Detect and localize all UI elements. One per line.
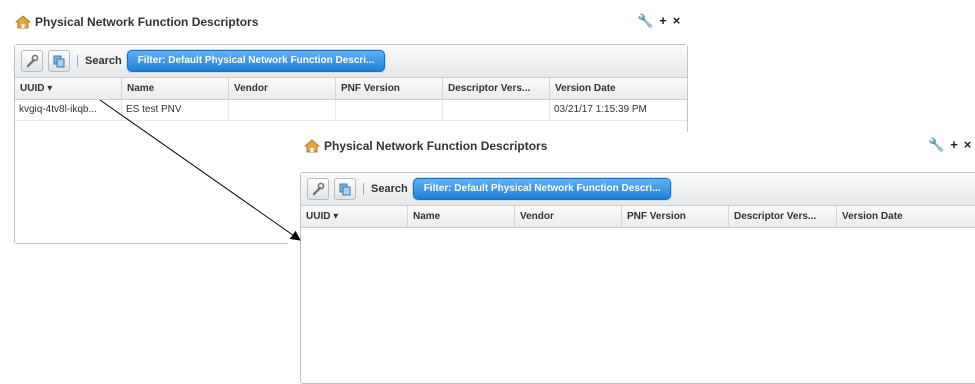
search-label[interactable]: Search	[371, 183, 408, 195]
grid-frame: Search Filter: Default Physical Network …	[300, 172, 975, 384]
toolbar-separator	[77, 55, 78, 67]
column-header-name[interactable]: Name	[122, 78, 229, 99]
wrench-icon[interactable]: 🔧	[928, 138, 944, 152]
column-header-descriptor-version[interactable]: Descriptor Vers...	[729, 206, 837, 227]
column-header-version-date[interactable]: Version Date	[550, 78, 687, 99]
refresh-tool-button[interactable]	[48, 50, 70, 72]
filter-button[interactable]: Filter: Default Physical Network Functio…	[126, 50, 386, 72]
toolbar: Search Filter: Default Physical Network …	[301, 173, 975, 206]
panel-title: Physical Network Function Descriptors	[324, 139, 548, 153]
grid-body-empty	[301, 228, 975, 383]
refresh-tool-button[interactable]	[334, 178, 356, 200]
sort-down-icon: ▾	[47, 83, 53, 94]
wrench-icon[interactable]: 🔧	[637, 14, 653, 28]
panel-title-bar: Physical Network Function Descriptors	[15, 12, 258, 32]
filter-button[interactable]: Filter: Default Physical Network Functio…	[412, 178, 672, 200]
window-controls: 🔧 + ×	[637, 14, 680, 28]
close-button[interactable]: ×	[964, 138, 972, 152]
toolbar: Search Filter: Default Physical Network …	[15, 45, 687, 78]
column-header-pnf-version[interactable]: PNF Version	[622, 206, 729, 227]
wrench-tool-button[interactable]	[307, 178, 329, 200]
column-header-vendor[interactable]: Vendor	[229, 78, 336, 99]
cell-descriptor-version	[443, 100, 550, 120]
sort-down-icon: ▾	[333, 211, 339, 222]
cell-pnf-version	[336, 100, 443, 120]
panel-title: Physical Network Function Descriptors	[35, 15, 259, 29]
column-header-uuid[interactable]: UUID ▾	[301, 206, 408, 227]
home-icon	[304, 139, 320, 153]
copy-icon	[53, 55, 65, 68]
wrench-icon	[312, 182, 325, 196]
toolbar-separator	[363, 183, 364, 195]
panel-pnf-descriptors-2: Physical Network Function Descriptors 🔧 …	[288, 132, 975, 384]
add-button[interactable]: +	[659, 14, 667, 28]
window-controls: 🔧 + ×	[928, 138, 971, 152]
wrench-icon	[26, 54, 39, 68]
cell-name: ES test PNV	[122, 100, 229, 120]
column-header-vendor[interactable]: Vendor	[515, 206, 622, 227]
column-header-uuid[interactable]: UUID ▾	[15, 78, 122, 99]
add-button[interactable]: +	[950, 138, 958, 152]
column-header-version-date[interactable]: Version Date	[837, 206, 975, 227]
close-button[interactable]: ×	[673, 14, 681, 28]
column-header-descriptor-version[interactable]: Descriptor Vers...	[443, 78, 550, 99]
cell-vendor	[229, 100, 336, 120]
cell-version-date: 03/21/17 1:15:39 PM	[554, 104, 647, 115]
grid-header: UUID ▾ Name Vendor PNF Version Descripto…	[15, 78, 687, 100]
copy-icon	[339, 183, 351, 196]
wrench-tool-button[interactable]	[21, 50, 43, 72]
home-icon	[15, 15, 31, 29]
panel-title-bar: Physical Network Function Descriptors	[304, 136, 547, 156]
cell-uuid: kvgiq-4tv8l-ikqb...	[15, 100, 122, 120]
table-row[interactable]: kvgiq-4tv8l-ikqb... ES test PNV 03/21/17…	[15, 100, 687, 121]
search-label[interactable]: Search	[85, 55, 122, 67]
grid-header: UUID ▾ Name Vendor PNF Version Descripto…	[301, 206, 975, 228]
column-header-name[interactable]: Name	[408, 206, 515, 227]
column-header-pnf-version[interactable]: PNF Version	[336, 78, 443, 99]
